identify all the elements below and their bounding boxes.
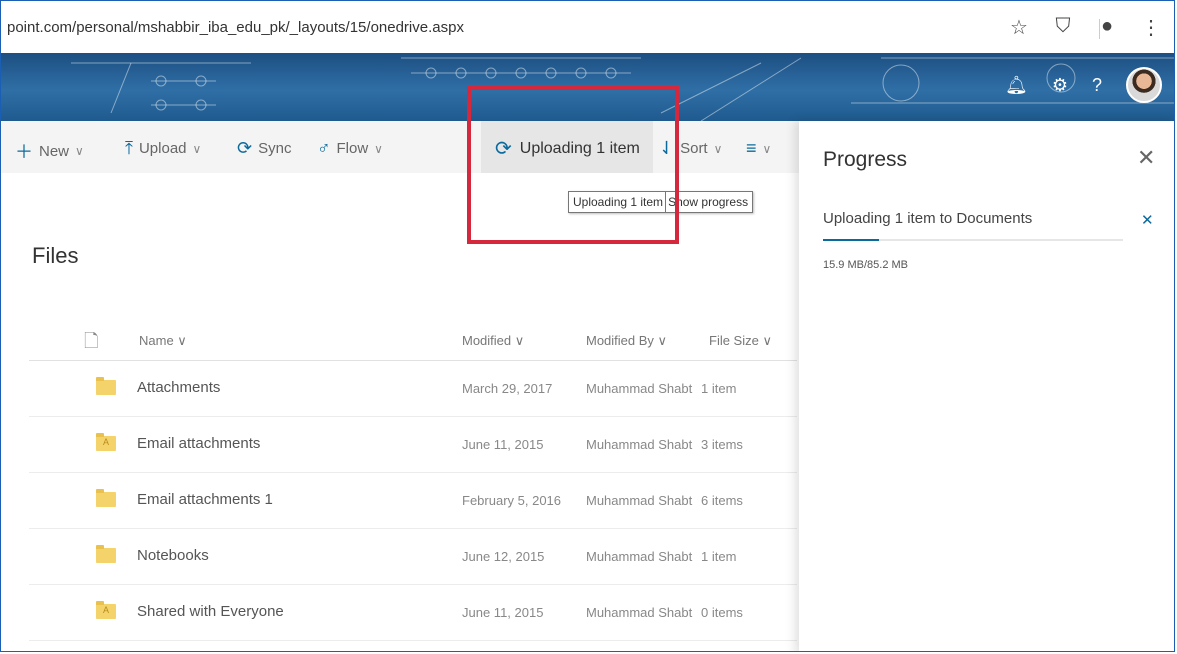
url-text[interactable]: point.com/personal/mshabbir_iba_edu_pk/_… [7,19,464,36]
close-icon[interactable]: ✕ [1137,145,1155,171]
row-size: 1 item [701,381,737,396]
new-button[interactable]: ＋ New ∨ [15,138,84,164]
sync-button[interactable]: ⟳ Sync [237,138,291,159]
upload-progress-fill [823,239,880,241]
table-row[interactable]: Shared with Everyone June 11, 2015 Muham… [29,585,797,641]
column-name-label: Name [139,333,174,348]
suite-header-banner: 🔔︎ ⚙ ? [1,53,1174,121]
uploading-status-button[interactable]: ⟳ Uploading 1 item [481,121,653,173]
row-size: 3 items [701,437,743,452]
upload-label: Upload [138,140,187,157]
sort-icon: ⇃ [659,138,675,158]
column-header-modified[interactable]: Modified ∨ [462,333,524,349]
upload-button[interactable]: ⤒ Upload ∨ [125,138,201,159]
table-row[interactable]: Notebooks June 12, 2015 Muhammad Shabt 1… [29,529,797,585]
shared-folder-icon [96,433,116,451]
column-header-modified-by[interactable]: Modified By ∨ [586,333,667,349]
file-type-icon[interactable]: 🗋︎ [84,329,98,359]
sync-progress-icon: ⟳ [495,138,512,160]
column-file-size-label: File Size [709,333,759,348]
row-modified: June 11, 2015 [462,605,544,620]
row-name[interactable]: Shared with Everyone [137,603,284,620]
row-size: 6 items [701,493,743,508]
help-icon[interactable]: ? [1092,75,1102,96]
page-title: Files [32,243,79,268]
uploading-label: Uploading 1 item [519,139,640,157]
folder-icon [96,545,116,563]
row-name[interactable]: Email attachments [137,435,260,452]
chevron-down-icon: ∨ [192,141,202,156]
upload-progress-bar [823,239,1123,241]
row-modified: June 12, 2015 [462,549,545,564]
upload-size-text: 15.9 MB/85.2 MB [823,259,908,271]
folder-icon [96,377,116,395]
column-header-name[interactable]: Name ∨ [139,333,187,349]
table-row[interactable]: Email attachments 1 February 5, 2016 Muh… [29,473,797,529]
star-icon[interactable]: ☆ [1008,15,1030,40]
suite-header-icons: 🔔︎ ⚙ ? [1005,67,1162,103]
row-modified: February 5, 2016 [462,493,562,508]
table-row[interactable]: Email attachments June 11, 2015 Muhammad… [29,417,797,473]
new-label: New [39,142,70,160]
flow-label: Flow [336,140,369,157]
tooltip-action-text: Show progress [668,195,749,209]
flow-button[interactable]: ♂ Flow ∨ [317,138,383,159]
table-header: 🗋︎ Name ∨ Modified ∨ Modified By ∨ File … [29,319,797,361]
bell-icon[interactable]: 🔔︎ [1005,75,1028,96]
row-modified-by: Muhammad Shabt [586,437,693,452]
tooltip-text: Uploading 1 item [573,195,664,209]
menu-kebab-icon[interactable]: ⋮ [1140,15,1162,40]
row-name[interactable]: Notebooks [137,547,209,564]
vpn-shield-icon[interactable]: ⛉ [1052,15,1074,40]
folder-icon [96,489,116,507]
shared-folder-icon [96,601,116,619]
sort-button[interactable]: ⇃ Sort ∨ [659,138,722,159]
row-modified-by: Muhammad Shabt [586,549,693,564]
row-name[interactable]: Attachments [137,379,220,396]
blueprint-pattern [71,57,1174,121]
uploading-tooltip: Uploading 1 item Show progress [568,191,754,213]
files-table: 🗋︎ Name ∨ Modified ∨ Modified By ∨ File … [29,319,797,641]
browser-toolbar-icons: ☆ ⛉ ● ⋮ [1008,15,1162,40]
upload-arrow-icon: ⤒ [125,138,133,158]
browser-address-bar: point.com/personal/mshabbir_iba_edu_pk/_… [1,1,1174,54]
sync-icon: ⟳ [237,138,253,158]
sort-label: Sort [680,140,708,157]
avatar[interactable] [1126,67,1162,103]
column-modified-by-label: Modified By [586,333,654,348]
view-options-icon: ≡ [746,138,757,158]
chevron-down-icon: ∨ [75,144,84,158]
panel-title: Progress [823,148,908,171]
chevron-down-icon: ∨ [762,141,772,156]
view-options-button[interactable]: ≡ ∨ [746,138,771,159]
row-size: 1 item [701,549,737,564]
chevron-down-icon: ∨ [713,141,723,156]
screenshot-frame: point.com/personal/mshabbir_iba_edu_pk/_… [0,0,1175,652]
row-size: 0 items [701,605,743,620]
row-modified-by: Muhammad Shabt [586,605,693,620]
gear-icon[interactable]: ⚙ [1052,75,1068,96]
tooltip-divider [665,192,667,212]
progress-panel: Progress ✕ Uploading 1 item to Documents… [799,121,1174,651]
command-bar: ＋ New ∨ ⤒ Upload ∨ ⟳ Sync ♂ Flow ∨ ⇃ Sor… [1,121,801,173]
row-modified-by: Muhammad Shabt [586,493,693,508]
upload-item-text: Uploading 1 item to Documents [823,210,1033,227]
row-modified: June 11, 2015 [462,437,544,452]
table-row[interactable]: Attachments March 29, 2017 Muhammad Shab… [29,361,797,417]
account-icon[interactable]: ● [1096,15,1118,40]
row-modified-by: Muhammad Shabt [586,381,693,396]
flow-icon: ♂ [317,138,331,158]
row-name[interactable]: Email attachments 1 [137,491,273,508]
column-modified-label: Modified [462,333,512,348]
chevron-down-icon: ∨ [374,141,383,156]
column-header-file-size[interactable]: File Size ∨ [709,333,772,349]
sync-label: Sync [258,140,292,157]
plus-icon: ＋ [15,142,33,162]
row-modified: March 29, 2017 [462,381,553,396]
cancel-upload-icon[interactable]: ✕ [1141,211,1154,229]
